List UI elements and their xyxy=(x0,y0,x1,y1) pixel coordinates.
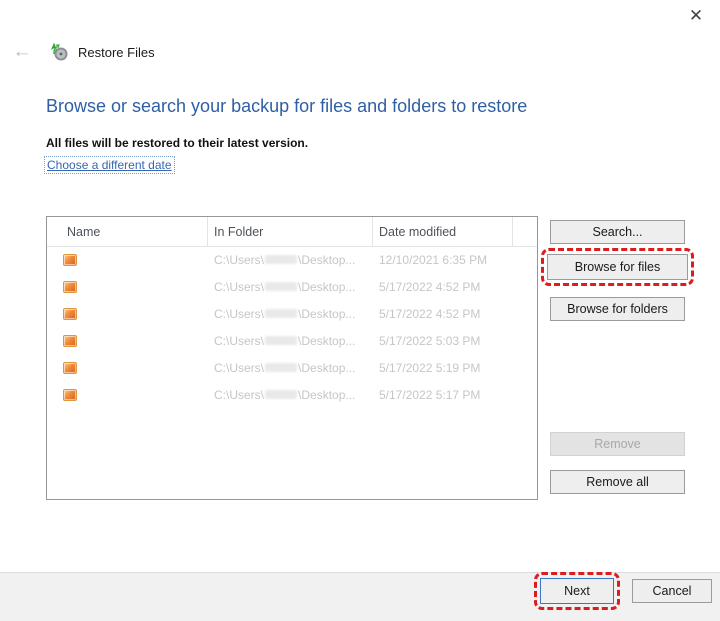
remove-button: Remove xyxy=(550,432,685,456)
row-folder: C:\Users\\Desktop... xyxy=(214,388,355,402)
table-row[interactable]: C:\Users\\Desktop... 5/17/2022 5:17 PM xyxy=(47,382,537,409)
row-folder: C:\Users\\Desktop... xyxy=(214,280,355,294)
page-title: Restore Files xyxy=(78,45,155,60)
file-icon xyxy=(63,308,77,320)
search-button[interactable]: Search... xyxy=(550,220,685,244)
redacted-username xyxy=(265,282,297,291)
table-row[interactable]: C:\Users\\Desktop... 5/17/2022 5:03 PM xyxy=(47,328,537,355)
row-folder: C:\Users\\Desktop... xyxy=(214,253,355,267)
redacted-username xyxy=(265,255,297,264)
browse-for-folders-button[interactable]: Browse for folders xyxy=(550,297,685,321)
file-icon xyxy=(63,362,77,374)
table-row[interactable]: C:\Users\\Desktop... 5/17/2022 5:19 PM xyxy=(47,355,537,382)
column-header-in-folder[interactable]: In Folder xyxy=(208,217,373,246)
back-arrow-icon[interactable]: ← xyxy=(10,42,34,62)
redacted-username xyxy=(265,363,297,372)
column-header-name[interactable]: Name xyxy=(47,217,208,246)
restore-version-note: All files will be restored to their late… xyxy=(46,136,308,150)
choose-different-date-link[interactable]: Choose a different date xyxy=(45,157,174,173)
row-date: 5/17/2022 5:03 PM xyxy=(379,334,480,348)
browse-for-files-button[interactable]: Browse for files xyxy=(547,254,688,280)
cancel-button[interactable]: Cancel xyxy=(632,579,712,603)
close-icon[interactable]: ✕ xyxy=(684,4,708,28)
backup-file-list[interactable]: Name In Folder Date modified C:\Users\\D… xyxy=(46,216,538,500)
row-folder: C:\Users\\Desktop... xyxy=(214,307,355,321)
row-date: 5/17/2022 4:52 PM xyxy=(379,280,480,294)
row-date: 5/17/2022 4:52 PM xyxy=(379,307,480,321)
restore-files-icon xyxy=(50,42,70,62)
file-icon xyxy=(63,389,77,401)
column-header-spacer xyxy=(513,217,537,246)
annotation-browse-for-files: Browse for files xyxy=(541,248,694,286)
file-icon xyxy=(63,335,77,347)
dialog-heading: Browse or search your backup for files a… xyxy=(46,96,646,117)
annotation-next: Next xyxy=(534,572,620,610)
redacted-username xyxy=(265,390,297,399)
row-date: 12/10/2021 6:35 PM xyxy=(379,253,487,267)
row-folder: C:\Users\\Desktop... xyxy=(214,361,355,375)
table-row[interactable]: C:\Users\\Desktop... 5/17/2022 4:52 PM xyxy=(47,301,537,328)
row-date: 5/17/2022 5:19 PM xyxy=(379,361,480,375)
row-date: 5/17/2022 5:17 PM xyxy=(379,388,480,402)
list-header: Name In Folder Date modified xyxy=(47,217,537,247)
file-icon xyxy=(63,281,77,293)
redacted-username xyxy=(265,336,297,345)
navigation-bar: ← Restore Files xyxy=(10,42,155,62)
table-row[interactable]: C:\Users\\Desktop... 12/10/2021 6:35 PM xyxy=(47,247,537,274)
table-row[interactable]: C:\Users\\Desktop... 5/17/2022 4:52 PM xyxy=(47,274,537,301)
list-body: C:\Users\\Desktop... 12/10/2021 6:35 PM … xyxy=(47,247,537,409)
row-folder: C:\Users\\Desktop... xyxy=(214,334,355,348)
redacted-username xyxy=(265,309,297,318)
next-button[interactable]: Next xyxy=(540,578,614,604)
remove-all-button[interactable]: Remove all xyxy=(550,470,685,494)
column-header-date-modified[interactable]: Date modified xyxy=(373,217,513,246)
file-icon xyxy=(63,254,77,266)
